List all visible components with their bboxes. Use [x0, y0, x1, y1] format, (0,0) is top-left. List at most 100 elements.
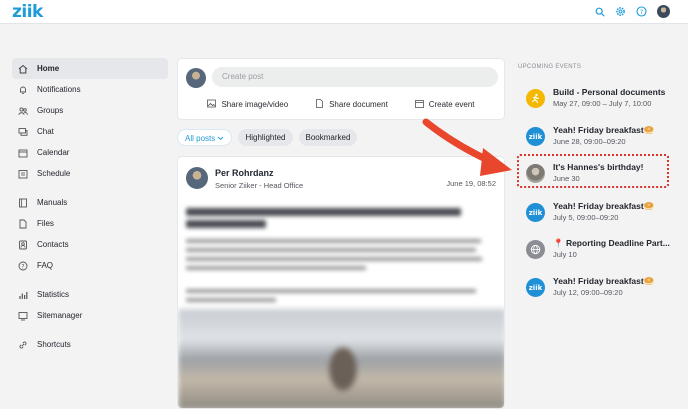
user-avatar[interactable]: [657, 5, 670, 18]
share-document-label: Share document: [329, 100, 388, 109]
sidebar-item-label: FAQ: [37, 261, 54, 270]
groups-icon: [18, 106, 28, 116]
event-date: May 27, 09:00 – July 7, 10:00: [553, 99, 652, 108]
chat-icon: [18, 127, 28, 137]
event-title: Yeah! Friday breakfast🥯: [553, 276, 655, 286]
sidebar-item-contacts[interactable]: Contacts: [12, 234, 168, 255]
feed-post: Per Rohrdanz Senior Ziiker - Head Office…: [177, 156, 505, 409]
event-date: July 5, 09:00–09:20: [553, 213, 619, 222]
create-event-button[interactable]: Create event: [414, 99, 475, 110]
create-post-input[interactable]: Create post: [212, 67, 498, 87]
sidebar-item-files[interactable]: Files: [12, 213, 168, 234]
sidebar-item-calendar[interactable]: Calendar: [12, 142, 168, 163]
chevron-down-icon: [217, 134, 224, 143]
sidebar-divider: [12, 276, 168, 284]
filter-all-posts[interactable]: All posts: [177, 129, 233, 146]
event-date: July 12, 09:00–09:20: [553, 288, 623, 297]
link-icon: [18, 340, 28, 350]
post-author-role: Senior Ziiker - Head Office: [215, 181, 304, 190]
event-item[interactable]: ziik Yeah! Friday breakfast🥯 July 12, 09…: [526, 275, 676, 305]
sidebar-item-sitemanager[interactable]: Sitemanager: [12, 305, 168, 326]
post-date: June 19, 08:52: [446, 179, 496, 188]
globe-icon: [526, 240, 545, 259]
event-item[interactable]: ziik Yeah! Friday breakfast🥯 July 5, 09:…: [526, 200, 676, 230]
more-options-icon[interactable]: ···: [481, 165, 494, 176]
sidebar-item-schedule[interactable]: Schedule: [12, 163, 168, 184]
event-item[interactable]: 📍 Reporting Deadline Part... July 10: [526, 237, 676, 267]
post-composer: Create post Share image/video Share docu…: [177, 58, 505, 120]
sidebar-item-chat[interactable]: Chat: [12, 121, 168, 142]
ziik-icon: ziik: [526, 127, 545, 146]
sidebar-item-label: Groups: [37, 106, 64, 115]
create-event-label: Create event: [428, 100, 475, 109]
share-image-label: Share image/video: [221, 100, 289, 109]
sidebar-item-label: Sitemanager: [37, 311, 83, 320]
share-image-button[interactable]: Share image/video: [207, 99, 288, 110]
sitemanager-icon: [18, 311, 28, 321]
schedule-icon: [18, 169, 28, 179]
sidebar-item-statistics[interactable]: Statistics: [12, 284, 168, 305]
ziik-logo[interactable]: ziik: [12, 2, 43, 22]
sidebar: Home Notifications Groups Chat Calendar …: [12, 58, 168, 355]
ziik-icon: ziik: [526, 278, 545, 297]
ziik-icon: ziik: [526, 203, 545, 222]
feed-filters: All posts Highlighted Bookmarked: [177, 129, 358, 146]
contacts-icon: [18, 240, 28, 250]
post-photo[interactable]: [178, 309, 504, 408]
running-icon: [526, 89, 545, 108]
post-body-blurred: [186, 237, 486, 281]
gear-icon[interactable]: [615, 6, 626, 17]
event-item[interactable]: ziik Yeah! Friday breakfast🥯 June 28, 09…: [526, 124, 676, 154]
sidebar-item-label: Manuals: [37, 198, 68, 207]
manual-icon: [18, 198, 28, 208]
post-headline-blurred: [186, 207, 476, 232]
sidebar-item-label: Schedule: [37, 169, 71, 178]
filter-highlighted[interactable]: Highlighted: [238, 129, 293, 146]
top-icons: ?: [594, 5, 670, 18]
svg-text:?: ?: [21, 263, 24, 270]
sidebar-item-notifications[interactable]: Notifications: [12, 79, 168, 100]
image-icon: [207, 99, 217, 110]
sidebar-item-home[interactable]: Home: [12, 58, 168, 79]
sidebar-item-label: Calendar: [37, 148, 70, 157]
post-author[interactable]: Per Rohrdanz: [215, 168, 274, 178]
sidebar-item-label: Files: [37, 219, 54, 228]
filter-all-posts-label: All posts: [185, 134, 216, 143]
event-title: 📍 Reporting Deadline Part...: [553, 238, 670, 248]
upcoming-events-title: UPCOMING EVENTS: [518, 64, 582, 70]
home-icon: [18, 64, 28, 74]
sidebar-divider: [12, 326, 168, 334]
post-body-blurred-2: [186, 287, 486, 311]
event-title: Build - Personal documents: [553, 87, 666, 97]
sidebar-item-label: Statistics: [37, 290, 70, 299]
document-icon: [315, 99, 324, 110]
sidebar-item-label: Shortcuts: [37, 340, 71, 349]
search-icon[interactable]: [594, 6, 605, 17]
sidebar-item-groups[interactable]: Groups: [12, 100, 168, 121]
event-title: Yeah! Friday breakfast🥯: [553, 201, 655, 211]
sidebar-item-label: Notifications: [37, 85, 81, 94]
sidebar-item-label: Home: [37, 64, 60, 73]
avatar: [186, 68, 206, 88]
sidebar-divider: [12, 184, 168, 192]
share-document-button[interactable]: Share document: [315, 99, 388, 110]
bell-icon: [18, 85, 28, 95]
help-icon[interactable]: ?: [636, 6, 647, 17]
sidebar-item-faq[interactable]: ? FAQ: [12, 255, 168, 276]
event-item[interactable]: Build - Personal documents May 27, 09:00…: [526, 86, 676, 116]
highlight-box: [517, 154, 669, 188]
event-title: Yeah! Friday breakfast🥯: [553, 125, 655, 135]
event-date: June 28, 09:00–09:20: [553, 137, 626, 146]
sidebar-item-shortcuts[interactable]: Shortcuts: [12, 334, 168, 355]
sidebar-item-manuals[interactable]: Manuals: [12, 192, 168, 213]
sidebar-item-label: Chat: [37, 127, 54, 136]
composer-actions: Share image/video Share document Create …: [178, 99, 504, 110]
files-icon: [18, 219, 28, 229]
event-date: July 10: [553, 250, 577, 259]
filter-bookmarked[interactable]: Bookmarked: [298, 129, 358, 146]
author-avatar[interactable]: [186, 167, 208, 189]
top-bar: ziik ?: [0, 0, 688, 24]
event-icon: [414, 99, 424, 110]
faq-icon: ?: [18, 261, 28, 271]
calendar-icon: [18, 148, 28, 158]
